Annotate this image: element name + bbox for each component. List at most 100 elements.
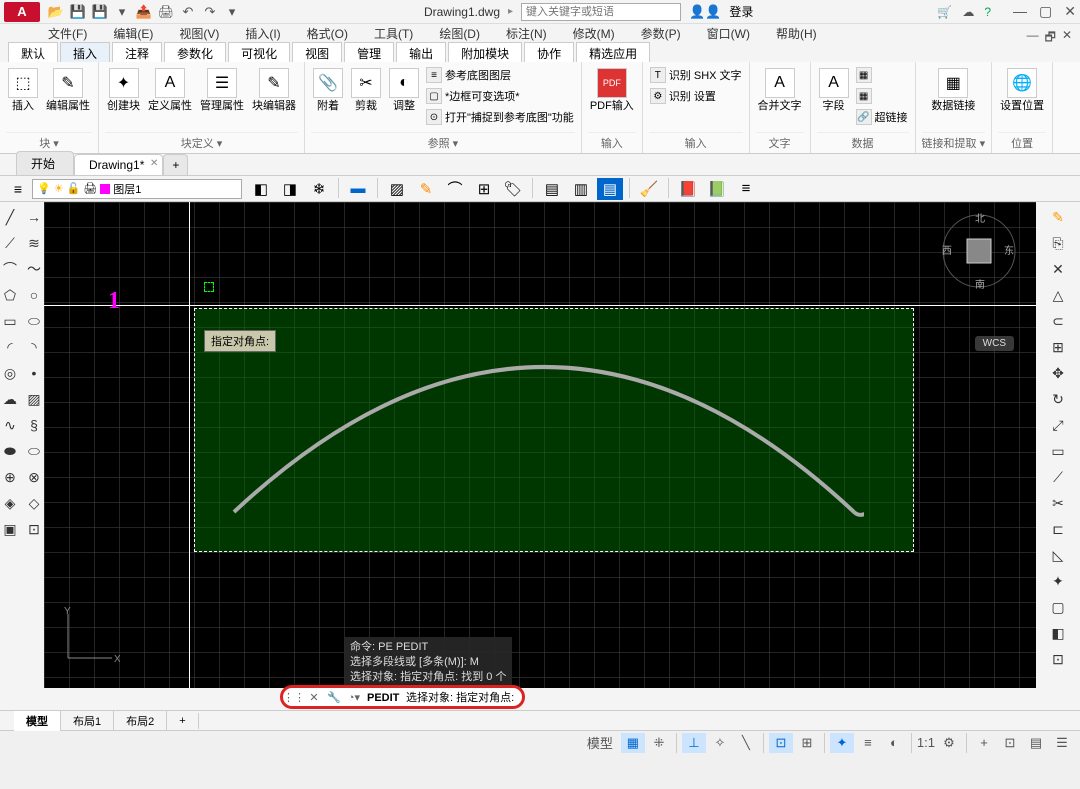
mirror-tool[interactable]: △	[1047, 284, 1069, 306]
cmd-recent-icon[interactable]: ◔▾	[347, 690, 361, 704]
trim-tool[interactable]: ⟋	[1047, 466, 1069, 488]
qat-more-icon[interactable]: ▾	[224, 4, 240, 20]
snap-toggle[interactable]: ⁜	[647, 733, 671, 753]
field-button[interactable]: A字段	[817, 66, 851, 114]
3dosnap-toggle[interactable]: ⊞	[795, 733, 819, 753]
offset-tool[interactable]: ⊂	[1047, 310, 1069, 332]
frame-vary-button[interactable]: ▢*边框可变选项*	[425, 87, 575, 105]
plot-icon[interactable]: 🖨	[158, 4, 174, 20]
lwt-toggle[interactable]: ≡	[856, 733, 880, 753]
block-editor-button[interactable]: ✎块编辑器	[250, 66, 298, 114]
m3-tool[interactable]: ⊡	[1047, 648, 1069, 670]
combine-text-button[interactable]: A合并文字	[756, 66, 804, 114]
chamfer-tool[interactable]: ◺	[1047, 544, 1069, 566]
file-tab-start[interactable]: 开始	[16, 151, 74, 175]
plus-button[interactable]: +	[972, 733, 996, 753]
rotate-tool[interactable]: ↻	[1047, 388, 1069, 410]
ellipse-tool[interactable]: ⬭	[23, 310, 45, 332]
copy-tool[interactable]: ⎘	[1047, 232, 1069, 254]
create-block-button[interactable]: ✦创建块	[105, 66, 142, 114]
stretch-tool[interactable]: ▭	[1047, 440, 1069, 462]
open-icon[interactable]: 📂	[48, 4, 64, 20]
pencil-tool[interactable]: ✎	[1047, 206, 1069, 228]
osnap-toggle[interactable]: ⊡	[769, 733, 793, 753]
child-min-button[interactable]: —	[1027, 28, 1039, 49]
spline-tool[interactable]: ～	[23, 258, 45, 280]
maximize-button[interactable]: ▢	[1039, 3, 1052, 20]
set-location-button[interactable]: 🌐设置位置	[998, 66, 1046, 114]
pdf-import-button[interactable]: PDFPDF输入	[588, 66, 636, 114]
pline-tool[interactable]: ⟋	[0, 232, 21, 254]
ell2-tool[interactable]: ⬬	[0, 440, 21, 462]
props-icon[interactable]: ▬	[345, 178, 371, 200]
tab-output[interactable]: 输出	[396, 42, 446, 62]
layers2-icon[interactable]: ≡	[733, 178, 759, 200]
scale-tool[interactable]: ⤢	[1047, 414, 1069, 436]
hatch-tool[interactable]: ▨	[23, 388, 45, 410]
cart-icon[interactable]: 🛒	[937, 5, 952, 19]
tab-collab[interactable]: 协作	[524, 42, 574, 62]
align2-icon[interactable]: ▥	[568, 178, 594, 200]
search-input[interactable]	[521, 3, 681, 21]
help-icon[interactable]: ?	[984, 5, 991, 19]
arc-icon[interactable]: ⌒	[442, 178, 468, 200]
manage-attr-button[interactable]: ☰管理属性	[198, 66, 246, 114]
layer-dropdown[interactable]: 💡 ☀ 🔓 🖨 图层1	[32, 179, 242, 199]
menu-tools[interactable]: 工具(T)	[374, 25, 413, 42]
extend-tool[interactable]: ✂	[1047, 492, 1069, 514]
broom-icon[interactable]: 🧹	[636, 178, 662, 200]
model-space-button[interactable]: 模型	[581, 733, 619, 753]
data-link-button[interactable]: ▦数据链接	[929, 66, 977, 114]
add-layout-button[interactable]: +	[167, 713, 198, 729]
share-icon[interactable]: 📤	[136, 4, 152, 20]
new-tab-button[interactable]: +	[163, 154, 188, 175]
cloud-icon[interactable]: ☁	[962, 5, 974, 19]
menu-modify[interactable]: 修改(M)	[573, 25, 615, 42]
clip-button[interactable]: ✂剪裁	[349, 66, 383, 114]
arc3-tool[interactable]: ◝	[23, 336, 45, 358]
menu-insert[interactable]: 插入(I)	[245, 25, 280, 42]
point-tool[interactable]: •	[23, 362, 45, 384]
pen-icon[interactable]: ✎	[413, 178, 439, 200]
tab-param[interactable]: 参数化	[164, 42, 226, 62]
layer-off-icon[interactable]: ◨	[277, 178, 303, 200]
t6-tool[interactable]: ⊡	[23, 518, 45, 540]
tab-default[interactable]: 默认	[8, 42, 58, 62]
file-tab-drawing1[interactable]: Drawing1*✕	[74, 154, 163, 175]
spline2-tool[interactable]: ∿	[0, 414, 21, 436]
s1[interactable]: ⊡	[998, 733, 1022, 753]
wcs-badge[interactable]: WCS	[975, 336, 1014, 351]
cmd-close-icon[interactable]: ✕	[307, 690, 321, 704]
s2[interactable]: ▤	[1024, 733, 1048, 753]
menu-help[interactable]: 帮助(H)	[776, 25, 817, 42]
panel-label[interactable]: 链接和提取 ▾	[922, 132, 986, 153]
data-btn1[interactable]: ▦	[855, 66, 909, 84]
dyninput-toggle[interactable]: ✦	[830, 733, 854, 753]
menu-file[interactable]: 文件(F)	[48, 25, 87, 42]
data-btn2[interactable]: ▦	[855, 87, 909, 105]
menu-view[interactable]: 视图(V)	[179, 25, 219, 42]
tab-manage[interactable]: 管理	[344, 42, 394, 62]
tab-layout2[interactable]: 布局2	[114, 711, 167, 731]
rect-tool[interactable]: ▭	[0, 310, 21, 332]
saveas-icon[interactable]: 💾	[92, 4, 108, 20]
t1-tool[interactable]: ⊕	[0, 466, 21, 488]
array-tool[interactable]: ⊞	[1047, 336, 1069, 358]
attach-button[interactable]: 📎附着	[311, 66, 345, 114]
m1-tool[interactable]: ▢	[1047, 596, 1069, 618]
redo-icon[interactable]: ↷	[202, 4, 218, 20]
grid-toggle[interactable]: ▦	[621, 733, 645, 753]
cloud-tool[interactable]: ☁	[0, 388, 21, 410]
t5-tool[interactable]: ▣	[0, 518, 21, 540]
menu-window[interactable]: 窗口(W)	[707, 25, 750, 42]
panel-label[interactable]: 块 ▾	[6, 132, 92, 153]
hyperlink-button[interactable]: 🔗超链接	[855, 108, 909, 126]
shx-text-button[interactable]: T识别 SHX 文字	[649, 66, 743, 84]
login-link[interactable]: 登录	[729, 3, 753, 20]
tab-layout1[interactable]: 布局1	[61, 711, 114, 731]
ell3-tool[interactable]: ⬭	[23, 440, 45, 462]
panel-label[interactable]: 参照 ▾	[311, 132, 575, 153]
menu-edit[interactable]: 编辑(E)	[113, 25, 153, 42]
menu-dim[interactable]: 标注(N)	[506, 25, 547, 42]
minimize-button[interactable]: —	[1013, 3, 1027, 20]
